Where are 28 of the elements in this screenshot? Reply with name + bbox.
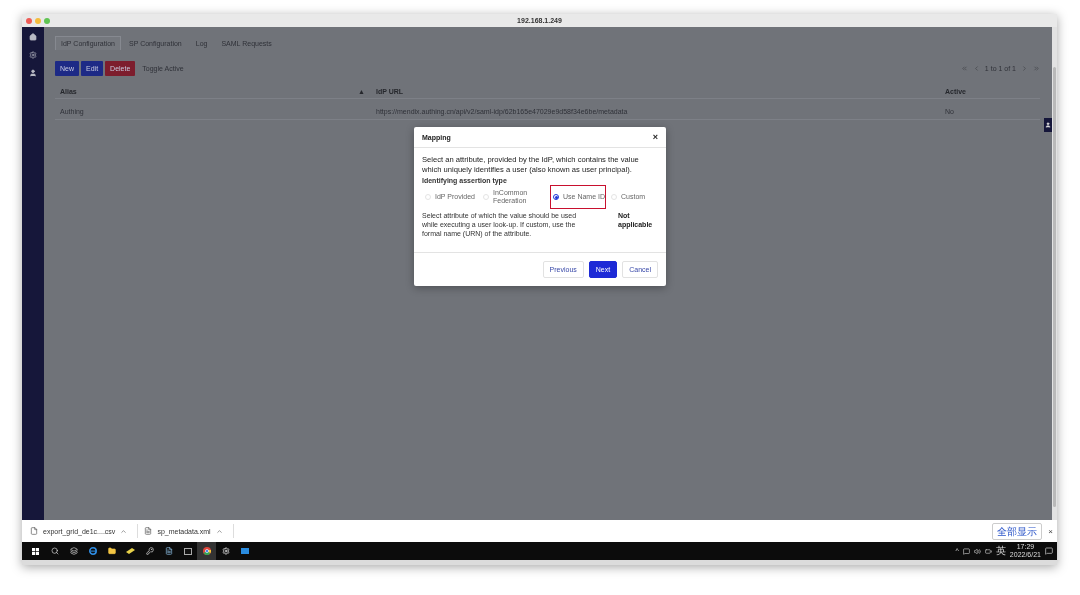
- search-icon[interactable]: [50, 547, 59, 555]
- floating-button[interactable]: [1044, 118, 1052, 132]
- show-all-button[interactable]: 全部显示: [992, 522, 1043, 540]
- radio-button[interactable]: [553, 194, 559, 200]
- terminal-icon[interactable]: [183, 547, 192, 555]
- close-button[interactable]: ×: [652, 132, 658, 142]
- volume-icon[interactable]: [973, 547, 981, 555]
- home-icon[interactable]: [29, 33, 37, 41]
- task-view-icon[interactable]: [69, 547, 78, 555]
- ime-indicator[interactable]: 英: [995, 544, 1006, 558]
- battery-icon[interactable]: [984, 547, 992, 555]
- app-icon[interactable]: [126, 548, 135, 554]
- mail-icon[interactable]: [240, 548, 249, 554]
- notification-icon[interactable]: [1045, 547, 1053, 555]
- scrollbar-thumb[interactable]: [1053, 67, 1056, 507]
- user-icon[interactable]: [29, 69, 37, 77]
- user-icon: [1045, 122, 1051, 128]
- folder-icon[interactable]: [107, 547, 116, 555]
- settings-icon[interactable]: [29, 51, 37, 59]
- close-button[interactable]: ×: [1048, 526, 1053, 536]
- notes-icon[interactable]: [164, 547, 173, 555]
- chrome-icon[interactable]: [202, 547, 211, 555]
- close-light[interactable]: [26, 17, 32, 24]
- windows-icon[interactable]: [32, 547, 39, 555]
- browser-e-icon[interactable]: [88, 547, 97, 555]
- key-icon[interactable]: [145, 547, 154, 555]
- file-icon: [30, 527, 38, 535]
- file-icon: [144, 527, 153, 535]
